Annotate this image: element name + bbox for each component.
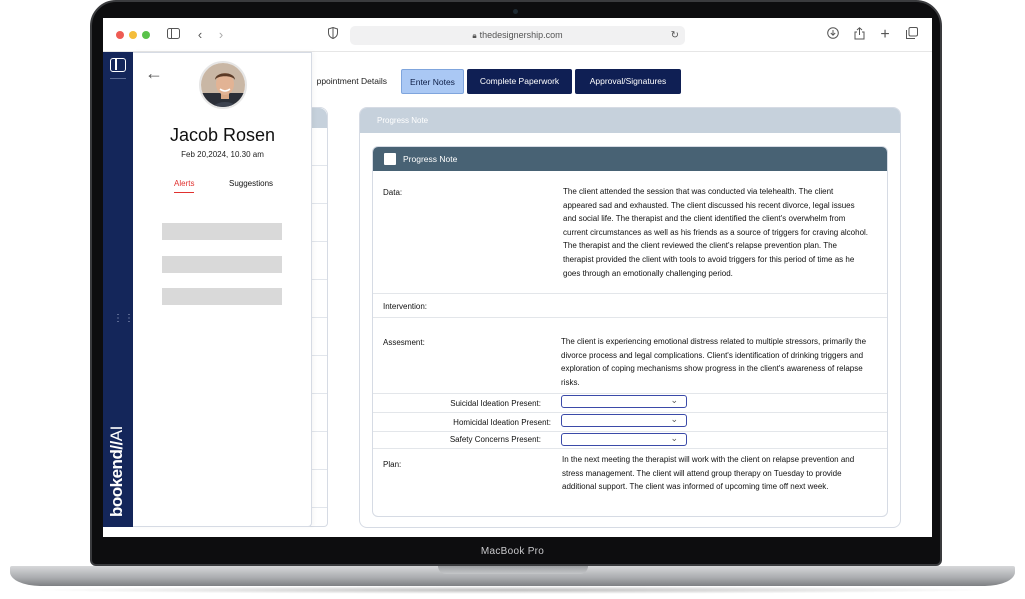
back-arrow-icon[interactable]: ←	[145, 63, 163, 84]
sidebar-icon[interactable]	[165, 27, 181, 43]
bezel-label: MacBook Pro	[480, 546, 545, 557]
app: ⋮⋮ bookend//AI ppointment Details Enter …	[103, 52, 932, 537]
suicidal-row: Suicidal Ideation Present: ⌄	[373, 394, 887, 413]
avatar	[199, 61, 247, 109]
plan-section: Plan: In the next meeting the therapist …	[373, 449, 887, 516]
brand-logo: bookend//AI	[107, 426, 126, 517]
reload-icon[interactable]: ↻	[671, 26, 679, 45]
data-section: Data: The client attended the session th…	[373, 171, 887, 294]
skeleton-placeholder	[162, 256, 282, 273]
suicidal-label: Suicidal Ideation Present:	[450, 399, 541, 408]
tab-approval-signatures[interactable]: Approval/Signatures	[575, 69, 681, 94]
back-icon[interactable]: ‹	[192, 27, 208, 43]
progress-note-title: Progress Note	[403, 154, 458, 164]
safety-label: Safety Concerns Present:	[449, 435, 541, 444]
assessment-section: Assesment: The client is experiencing em…	[373, 318, 887, 394]
camera	[513, 9, 518, 14]
plan-text[interactable]: In the next meeting the therapist will w…	[562, 453, 867, 494]
card-title: Progress Note	[360, 108, 900, 133]
progress-note-card: Progress Note Progress Note Data: The cl…	[359, 107, 901, 528]
address-bar[interactable]: 🔒︎ thedesignership.com ↻	[350, 26, 685, 45]
appointment-date: Feb 20,2024, 10.30 am	[181, 150, 264, 159]
tab-enter-notes[interactable]: Enter Notes	[401, 69, 464, 94]
url-text: thedesignership.com	[479, 30, 563, 40]
progress-note-form: Progress Note Data: The client attended …	[372, 146, 888, 517]
data-text[interactable]: The client attended the session that was…	[563, 185, 868, 280]
minimize-window-button[interactable]	[129, 31, 137, 39]
skeleton-placeholder	[162, 223, 282, 240]
progress-note-header: Progress Note	[373, 147, 887, 171]
intervention-label: Intervention:	[383, 302, 428, 311]
maximize-window-button[interactable]	[142, 31, 150, 39]
skeleton-placeholder	[162, 288, 282, 305]
progress-note-checkbox[interactable]	[384, 153, 396, 165]
chevron-down-icon: ⌄	[670, 433, 678, 443]
lock-icon: 🔒︎	[472, 31, 477, 40]
plan-label: Plan:	[383, 460, 402, 469]
assessment-text[interactable]: The client is experiencing emotional dis…	[561, 335, 871, 389]
tab-complete-paperwork[interactable]: Complete Paperwork	[467, 69, 572, 94]
device-mockup: MacBook Pro ‹ › 🔒︎thedesignership.com ↻	[0, 0, 1025, 599]
homicidal-label: Homicidal Ideation Present:	[453, 418, 551, 427]
homicidal-select[interactable]: ⌄	[561, 414, 687, 427]
brand-rail: ⋮⋮ bookend//AI	[103, 52, 135, 527]
profile-drawer: ← Jacob Rosen Feb 20,2024, 10.30 am Aler…	[133, 52, 312, 527]
new-tab-icon[interactable]: +	[877, 27, 893, 43]
tab-suggestions[interactable]: Suggestions	[229, 179, 273, 188]
suicidal-select[interactable]: ⌄	[561, 395, 687, 408]
chevron-down-icon: ⌄	[670, 395, 678, 405]
assessment-label: Assesment:	[383, 338, 425, 347]
intervention-section: Intervention:	[373, 294, 887, 318]
tab-alerts[interactable]: Alerts	[174, 179, 195, 193]
homicidal-row: Homicidal Ideation Present: ⌄	[373, 413, 887, 432]
forward-icon[interactable]: ›	[213, 27, 229, 43]
drag-handle-icon[interactable]: ⋮⋮	[113, 314, 135, 324]
screen: ‹ › 🔒︎ thedesignership.com ↻ + ⋮⋮ booken…	[103, 18, 932, 537]
laptop-notch	[438, 566, 588, 574]
safety-select[interactable]: ⌄	[561, 433, 687, 446]
shield-icon[interactable]	[325, 26, 341, 43]
share-icon[interactable]	[851, 27, 867, 43]
tabs-icon[interactable]	[904, 27, 920, 43]
close-window-button[interactable]	[116, 31, 124, 39]
browser-toolbar: ‹ › 🔒︎ thedesignership.com ↻ +	[103, 18, 932, 52]
download-icon[interactable]	[825, 27, 841, 43]
data-label: Data:	[383, 188, 403, 197]
panel-toggle-icon[interactable]	[110, 58, 126, 72]
chevron-down-icon: ⌄	[670, 414, 678, 424]
profile-name: Jacob Rosen	[169, 125, 276, 145]
safety-row: Safety Concerns Present: ⌄	[373, 432, 887, 449]
